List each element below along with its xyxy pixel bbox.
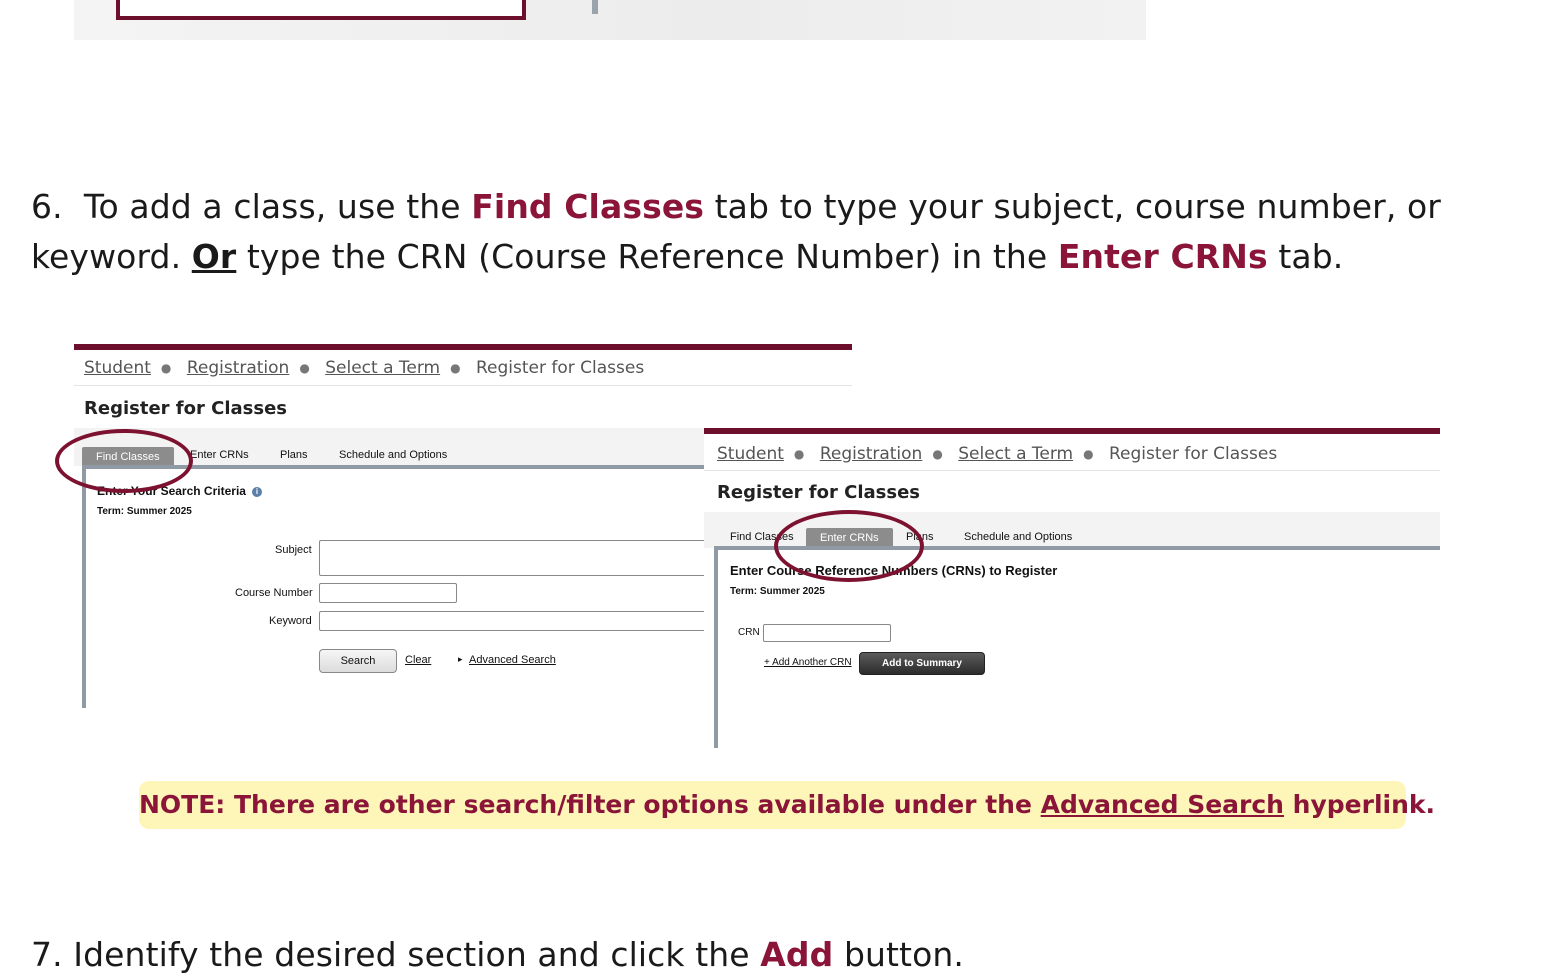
clear-link[interactable]: Clear bbox=[405, 654, 431, 666]
highlight-box bbox=[116, 0, 526, 20]
add-to-summary-button[interactable]: Add to Summary bbox=[859, 652, 985, 675]
crumb-registration[interactable]: Registration bbox=[187, 358, 290, 378]
page-title: Register for Classes bbox=[717, 482, 921, 503]
crumb-student[interactable]: Student bbox=[84, 358, 151, 378]
crumb-select-term[interactable]: Select a Term bbox=[958, 444, 1073, 464]
crn-label: CRN bbox=[738, 627, 760, 638]
page-title: Register for Classes bbox=[84, 398, 288, 419]
maroon-bar bbox=[74, 344, 852, 350]
or-emphasis: Or bbox=[191, 237, 237, 276]
crumb-registration[interactable]: Registration bbox=[820, 444, 923, 464]
breadcrumb: Student ● Registration ● Select a Term ● Re… bbox=[84, 358, 645, 378]
divider bbox=[704, 470, 1440, 471]
search-button[interactable]: Search bbox=[319, 649, 397, 673]
enter-crns-emphasis: Enter CRNs bbox=[1057, 237, 1268, 276]
tab-schedule-options[interactable]: Schedule and Options bbox=[339, 449, 447, 461]
divider bbox=[74, 385, 852, 386]
course-number-label: Course Number bbox=[235, 587, 313, 599]
keyword-input[interactable] bbox=[319, 611, 710, 631]
find-classes-emphasis: Find Classes bbox=[471, 187, 705, 226]
note-callout: NOTE: There are other search/filter opti… bbox=[139, 781, 1435, 829]
panel-border bbox=[82, 465, 86, 708]
enter-crns-circle-annotation bbox=[774, 510, 924, 582]
step-7-text: 7. Identify the desired section and clic… bbox=[31, 935, 964, 974]
subject-label: Subject bbox=[275, 544, 312, 556]
crumb-current: Register for Classes bbox=[1108, 444, 1278, 464]
tab-enter-crns[interactable]: Enter CRNs bbox=[190, 449, 249, 461]
keyword-label: Keyword bbox=[269, 615, 312, 627]
find-classes-circle-annotation bbox=[55, 429, 193, 493]
enter-crns-screenshot: Student ● Registration ● Select a Term ● Re… bbox=[704, 428, 1440, 748]
panel-border bbox=[714, 546, 718, 748]
crumb-select-term[interactable]: Select a Term bbox=[325, 358, 440, 378]
add-another-crn-link[interactable]: + Add Another CRN bbox=[764, 657, 852, 668]
scroll-marker bbox=[592, 0, 598, 14]
previous-screenshot bbox=[74, 0, 1146, 40]
info-icon[interactable]: i bbox=[251, 486, 262, 497]
tab-schedule-options[interactable]: Schedule and Options bbox=[964, 531, 1072, 543]
term-label: Term: Summer 2025 bbox=[97, 506, 192, 517]
crn-input[interactable] bbox=[763, 624, 891, 642]
term-label: Term: Summer 2025 bbox=[730, 586, 825, 597]
add-emphasis: Add bbox=[760, 935, 834, 974]
tab-plans[interactable]: Plans bbox=[280, 449, 308, 461]
advanced-search-emphasis: Advanced Search bbox=[1040, 790, 1284, 819]
subject-input[interactable] bbox=[319, 540, 710, 576]
crumb-student[interactable]: Student bbox=[717, 444, 784, 464]
caret-right-icon: ▸ bbox=[458, 654, 463, 664]
maroon-bar bbox=[704, 428, 1440, 434]
advanced-search-link[interactable]: Advanced Search bbox=[469, 654, 556, 666]
breadcrumb: Student ● Registration ● Select a Term ● Re… bbox=[717, 444, 1278, 464]
course-number-input[interactable] bbox=[319, 583, 457, 603]
crumb-current: Register for Classes bbox=[475, 358, 645, 378]
step-6-text: 6. To add a class, use the Find Classes … bbox=[31, 187, 1441, 276]
